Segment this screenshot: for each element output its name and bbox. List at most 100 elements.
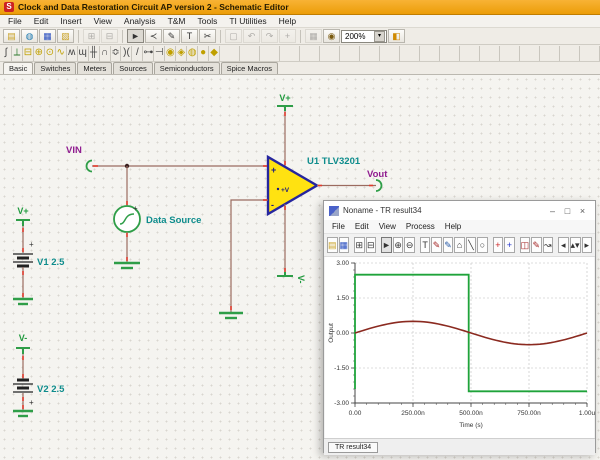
save-button[interactable]: ▦ (339, 237, 350, 253)
stamp-button[interactable]: ⌂ (454, 237, 464, 253)
menu-edit[interactable]: Edit (350, 222, 374, 231)
vplus-jumper[interactable] (277, 106, 293, 111)
autoscale-button[interactable]: ◫ (520, 237, 531, 253)
controlled-source-icon: ⊶ (143, 48, 153, 58)
battery-v1[interactable] (13, 254, 33, 266)
cursor-a-button[interactable]: + (493, 237, 503, 253)
text-button[interactable]: T (181, 29, 198, 43)
paste-special-button: ▢ (225, 29, 242, 43)
potentiometer-button[interactable]: ɰ (78, 46, 89, 61)
page-spinner[interactable]: ▴▾ (570, 237, 581, 253)
jumper-button[interactable]: ⊣ (154, 46, 165, 61)
minimize-button[interactable]: – (545, 206, 560, 216)
vin-connector[interactable] (87, 161, 92, 172)
vout-connector[interactable] (376, 180, 382, 191)
component-tab-meters[interactable]: Meters (77, 62, 112, 74)
open-file-button[interactable]: ▤ (3, 29, 20, 43)
coupled-inductor-button[interactable]: )( (121, 46, 132, 61)
schematic-canvas[interactable]: VIN + Data Source V+ + - +V U1 TLV3201 V… (0, 75, 600, 460)
toolbar-separator (220, 30, 221, 43)
menu-file[interactable]: File (327, 222, 350, 231)
ammeter-button[interactable]: ◈ (176, 46, 187, 61)
menu-process[interactable]: Process (401, 222, 440, 231)
wattmeter-button[interactable]: ● (198, 46, 209, 61)
ellipse-button[interactable]: ○ (477, 237, 487, 253)
menu-ti-utilities[interactable]: TI Utilities (223, 16, 272, 26)
component-tab-basic[interactable]: Basic (3, 62, 33, 74)
pen-button[interactable]: ✎ (431, 237, 441, 253)
vminus-rail-jumper[interactable] (16, 348, 30, 354)
voltmeter-button[interactable]: ◉ (165, 46, 176, 61)
inductor-button[interactable]: ∩ (100, 46, 111, 61)
hook-select-button[interactable]: ≺ (145, 29, 162, 43)
pointer-button[interactable]: ► (381, 237, 392, 253)
menu-view[interactable]: View (374, 222, 401, 231)
line-button[interactable]: ╲ (466, 237, 476, 253)
open-file-button[interactable]: ▤ (327, 237, 338, 253)
x-tick-label: 1.00u (579, 410, 596, 417)
paste-special-icon: ▢ (229, 32, 238, 41)
voltage-source-button[interactable]: ⊕ (34, 46, 45, 61)
transformer-button[interactable]: ≎ (111, 46, 122, 61)
capacitor-button[interactable]: ╫ (89, 46, 100, 61)
interactive-mode-button[interactable]: ◧ (388, 29, 405, 43)
switch-button[interactable]: / (132, 46, 143, 61)
oscilloscope-button[interactable]: ◆ (209, 46, 220, 61)
wire-minus-to-ground[interactable] (231, 200, 268, 312)
copy-button[interactable]: ⊞ (354, 237, 364, 253)
current-source-button[interactable]: ⊙ (45, 46, 56, 61)
component-tab-sources[interactable]: Sources (113, 62, 153, 74)
multimeter-button[interactable]: ◍ (187, 46, 198, 61)
zoom-level-select[interactable]: 200%▾ (341, 30, 387, 43)
voltage-generator-button[interactable]: ∿ (56, 46, 67, 61)
zoom-button[interactable]: ◉ (323, 29, 340, 43)
ground-button[interactable]: ⟂ (12, 46, 23, 61)
menu-help[interactable]: Help (273, 16, 302, 26)
pointer-button[interactable]: ► (127, 29, 144, 43)
close-button[interactable]: × (575, 206, 590, 216)
cut-button[interactable]: ✂ (199, 29, 216, 43)
export-button[interactable]: ▧ (57, 29, 74, 43)
battery-button[interactable]: ⊟ (23, 46, 34, 61)
prev-page-button[interactable]: ◂ (558, 237, 568, 253)
component-tab-switches[interactable]: Switches (34, 62, 76, 74)
marker-button[interactable]: ✎ (443, 237, 453, 253)
result-tab[interactable]: TR result34 (328, 442, 378, 453)
menu-tools[interactable]: Tools (192, 16, 224, 26)
menu-help[interactable]: Help (440, 222, 466, 231)
component-tab-semiconductors[interactable]: Semiconductors (154, 62, 220, 74)
resistor-button[interactable]: ʍ (67, 46, 78, 61)
menu-edit[interactable]: Edit (28, 16, 55, 26)
menu-view[interactable]: View (88, 16, 118, 26)
next-page-button[interactable]: ▸ (582, 237, 592, 253)
menu-file[interactable]: File (2, 16, 28, 26)
cursor-b-button[interactable]: + (504, 237, 514, 253)
copy-page-button[interactable]: ⊟ (366, 237, 376, 253)
menu-insert[interactable]: Insert (54, 16, 87, 26)
save-icon: ▦ (340, 241, 349, 250)
marker-icon: ✎ (444, 241, 452, 250)
opamp-ref-label: U1 TLV3201 (307, 156, 361, 167)
zoom-in-button[interactable]: ⊕ (393, 237, 403, 253)
battery-v2[interactable] (13, 380, 33, 392)
open-web-button[interactable]: ◍ (21, 29, 38, 43)
controlled-source-button[interactable]: ⊶ (143, 46, 154, 61)
waveform-plot-area[interactable]: 0.00250.00n500.00n750.00n1.00u3.001.500.… (325, 257, 594, 438)
waveform-window-titlebar[interactable]: Noname - TR result34 – □ × (324, 201, 595, 220)
wire-tool-button[interactable]: ∫ (1, 46, 12, 61)
zoom-out-button[interactable]: ⊖ (404, 237, 414, 253)
text-button[interactable]: T (420, 237, 430, 253)
text-icon: T (422, 241, 428, 250)
wire-pen-button[interactable]: ✎ (163, 29, 180, 43)
curve-fit-button[interactable]: ↝ (543, 237, 553, 253)
maximize-button[interactable]: □ (560, 206, 575, 216)
menu-analysis[interactable]: Analysis (118, 16, 162, 26)
save-button[interactable]: ▦ (39, 29, 56, 43)
vplus-rail-jumper[interactable] (16, 220, 30, 226)
vminus-jumper[interactable] (277, 272, 293, 276)
waveform-window[interactable]: Noname - TR result34 – □ × FileEditViewP… (323, 200, 596, 453)
component-tab-spice-macros[interactable]: Spice Macros (221, 62, 278, 74)
menu-t-m[interactable]: T&M (162, 16, 192, 26)
annotate-button[interactable]: ✎ (531, 237, 541, 253)
chevron-down-icon[interactable]: ▾ (374, 31, 385, 42)
